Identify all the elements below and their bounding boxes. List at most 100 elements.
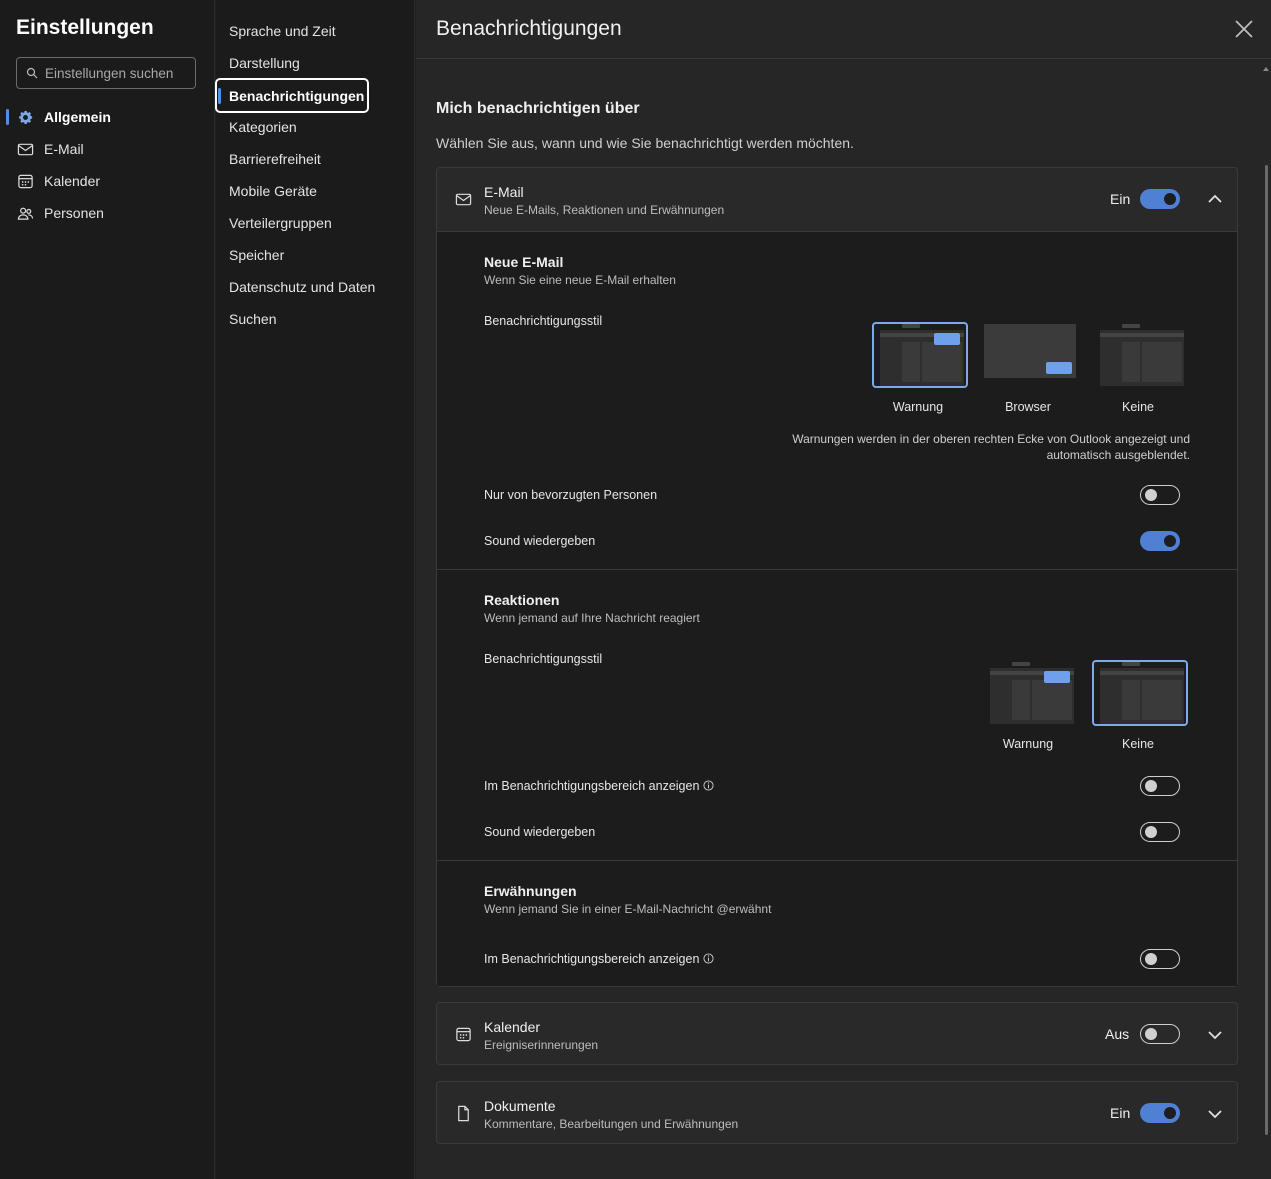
mentions-section: Erwähnungen Wenn jemand Sie in einer E-M…: [437, 860, 1237, 986]
section-description: Wählen Sie aus, wann und wie Sie benachr…: [436, 135, 854, 151]
thumb-screen: [984, 324, 1076, 378]
style-hint: Warnungen werden in der oberen rechten E…: [792, 432, 1190, 462]
sound-label: Sound wiedergeben: [484, 534, 596, 548]
calendar-icon: [18, 174, 33, 188]
area-label: Im Benachrichtigungsbereich anzeigen: [484, 952, 714, 966]
subnav-item-benachrichtigungen[interactable]: Benachrichtigungen: [215, 78, 369, 113]
new-mail-desc: Wenn Sie eine neue E-Mail erhalten: [484, 273, 676, 287]
calendar-notification-card[interactable]: Kalender Ereigniserinnerungen Aus: [436, 1002, 1238, 1065]
thumb-top-bar: [1100, 671, 1184, 675]
style-option-label: Warnung: [1002, 737, 1054, 751]
style-option-keine[interactable]: [1092, 322, 1188, 388]
subnav-item-datenschutz[interactable]: Datenschutz und Daten: [229, 279, 375, 295]
subnav-item-speicher[interactable]: Speicher: [229, 247, 284, 263]
people-icon: [17, 207, 34, 220]
subnav-item-suchen[interactable]: Suchen: [229, 311, 276, 327]
thumb-notch: [1122, 662, 1140, 666]
nav-item-allgemein[interactable]: Allgemein: [0, 103, 215, 131]
search-icon: [26, 67, 38, 79]
nav-label: E-Mail: [44, 141, 84, 157]
nav-item-personen[interactable]: Personen: [0, 199, 215, 227]
thumb-screen: [880, 324, 964, 386]
nav-item-email[interactable]: E-Mail: [0, 135, 215, 163]
active-indicator: [6, 109, 9, 125]
style-option-label: Keine: [1122, 400, 1154, 414]
new-mail-sound-toggle[interactable]: [1140, 531, 1180, 551]
style-option-keine[interactable]: [1092, 660, 1188, 726]
thumb-screen: [990, 662, 1074, 724]
close-icon[interactable]: [1234, 19, 1254, 39]
chevron-down-icon[interactable]: [1207, 1027, 1223, 1043]
toggle-knob: [1145, 780, 1157, 792]
thumb-column: [1012, 680, 1030, 720]
email-master-toggle[interactable]: [1140, 189, 1180, 209]
toggle-knob: [1145, 489, 1157, 501]
card-subtitle: Kommentare, Bearbeitungen und Erwähnunge…: [484, 1117, 739, 1131]
area-label-text: Im Benachrichtigungsbereich anzeigen: [484, 952, 700, 966]
reactions-section: Reaktionen Wenn jemand auf Ihre Nachrich…: [437, 569, 1237, 860]
content-header: Benachrichtigungen: [416, 0, 1271, 59]
thumb-column: [1032, 680, 1072, 720]
style-option-label: Browser: [1005, 400, 1051, 414]
subnav-item-kategorien[interactable]: Kategorien: [229, 119, 297, 135]
scrollbar-thumb[interactable]: [1265, 165, 1268, 1135]
style-label: Benachrichtigungsstil: [484, 314, 603, 328]
calendar-icon: [456, 1027, 471, 1042]
info-icon[interactable]: [703, 780, 714, 791]
sound-label: Sound wiedergeben: [484, 825, 596, 839]
subnav-item-sprache[interactable]: Sprache und Zeit: [229, 23, 336, 39]
chevron-down-icon[interactable]: [1207, 1106, 1223, 1122]
thumb-notch: [1122, 324, 1140, 328]
chevron-up-icon[interactable]: [1207, 191, 1223, 207]
thumb-top-bar: [1100, 333, 1184, 337]
calendar-toggle[interactable]: [1140, 1024, 1180, 1044]
card-subtitle: Neue E-Mails, Reaktionen und Erwähnungen: [484, 203, 725, 217]
subnav-item-verteilergruppen[interactable]: Verteilergruppen: [229, 215, 332, 231]
toggle-knob: [1145, 953, 1157, 965]
card-subtitle: Ereigniserinnerungen: [484, 1038, 599, 1052]
gear-icon: [19, 110, 33, 124]
settings-nav-pane: Einstellungen Einstellungen suchen Allge…: [0, 0, 215, 1179]
settings-content-pane: Benachrichtigungen Mich benachrichtigen …: [416, 0, 1271, 1179]
thumb-popup: [1044, 671, 1070, 683]
thumb-column: [1142, 342, 1182, 382]
info-icon[interactable]: [703, 953, 714, 964]
thumb-column: [922, 342, 962, 382]
scroll-up-arrow-icon[interactable]: [1262, 66, 1270, 72]
thumb-notch: [1012, 662, 1030, 666]
nav-label: Kalender: [44, 173, 101, 189]
reactions-title: Reaktionen: [484, 592, 560, 608]
card-title: Dokumente: [484, 1098, 556, 1114]
favorites-toggle[interactable]: [1140, 485, 1180, 505]
style-option-browser[interactable]: [982, 322, 1078, 388]
state-label: Aus: [1105, 1026, 1130, 1042]
reactions-area-toggle[interactable]: [1140, 776, 1180, 796]
subnav-item-darstellung[interactable]: Darstellung: [229, 55, 300, 71]
style-option-warnung[interactable]: [982, 660, 1078, 726]
settings-search[interactable]: Einstellungen suchen: [16, 57, 196, 89]
reactions-desc: Wenn jemand auf Ihre Nachricht reagiert: [484, 611, 700, 625]
thumb-column: [902, 342, 920, 382]
toggle-knob: [1164, 193, 1176, 205]
email-card-header[interactable]: E-Mail Neue E-Mails, Reaktionen und Erwä…: [437, 168, 1237, 231]
toggle-knob: [1145, 826, 1157, 838]
reactions-sound-toggle[interactable]: [1140, 822, 1180, 842]
mentions-area-toggle[interactable]: [1140, 949, 1180, 969]
subnav-label: Benachrichtigungen: [229, 87, 365, 104]
nav-item-kalender[interactable]: Kalender: [0, 167, 215, 195]
thumb-column: [1122, 342, 1140, 382]
subnav-item-mobile[interactable]: Mobile Geräte: [229, 183, 317, 199]
page-title: Benachrichtigungen: [436, 17, 622, 40]
documents-notification-card[interactable]: Dokumente Kommentare, Bearbeitungen und …: [436, 1081, 1238, 1144]
toggle-knob: [1164, 535, 1176, 547]
style-option-label: Keine: [1122, 737, 1154, 751]
documents-toggle[interactable]: [1140, 1103, 1180, 1123]
mail-icon: [455, 193, 472, 206]
document-icon: [458, 1105, 469, 1122]
thumb-popup: [1046, 362, 1072, 374]
thumb-column: [1122, 680, 1140, 720]
mail-icon: [17, 143, 34, 155]
area-label: Im Benachrichtigungsbereich anzeigen: [484, 779, 714, 793]
subnav-item-barrierefreiheit[interactable]: Barrierefreiheit: [229, 151, 321, 167]
style-option-warnung[interactable]: [872, 322, 968, 388]
